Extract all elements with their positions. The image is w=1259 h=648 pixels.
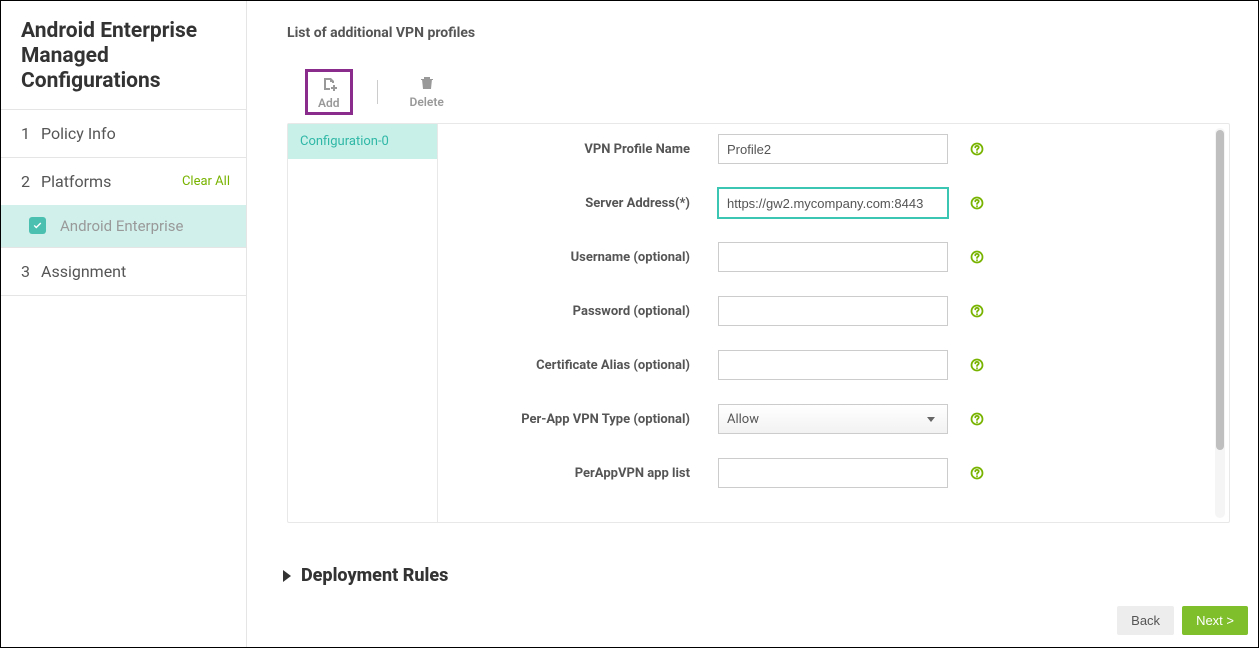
password-input[interactable] [718,296,948,326]
config-panel: Configuration-0 VPN Profile Name Server … [287,123,1230,523]
help-icon[interactable] [970,466,984,480]
chevron-down-icon [927,417,935,422]
help-icon[interactable] [970,412,984,426]
deployment-rules-toggle[interactable]: Deployment Rules [283,565,1230,586]
step-policy-info[interactable]: 1 Policy Info [1,109,246,157]
help-icon[interactable] [970,196,984,210]
sidebar-item-android-enterprise[interactable]: Android Enterprise [1,205,246,247]
vpn-profile-name-input[interactable] [718,134,948,164]
deployment-rules-label: Deployment Rules [301,565,448,586]
row-vpn-profile-name: VPN Profile Name [458,134,1209,164]
help-icon[interactable] [970,142,984,156]
add-button[interactable]: Add [305,69,353,115]
field-label: Server Address(*) [458,196,718,211]
toolbar: Add Delete [305,69,1230,115]
checkbox-checked-icon [29,217,46,234]
field-label: Certificate Alias (optional) [458,358,718,373]
delete-button[interactable]: Delete [402,71,452,113]
config-list: Configuration-0 [288,124,438,522]
step-label: Assignment [41,262,228,281]
step-number: 3 [21,262,41,281]
help-icon[interactable] [970,250,984,264]
config-item[interactable]: Configuration-0 [288,124,437,159]
caret-right-icon [283,570,291,582]
vpn-form: VPN Profile Name Server Address(*) Usern… [438,124,1229,522]
back-button[interactable]: Back [1117,606,1174,635]
row-password: Password (optional) [458,296,1209,326]
main-panel: List of additional VPN profiles Add Dele… [247,1,1258,647]
section-heading: List of additional VPN profiles [287,25,1230,41]
field-label: VPN Profile Name [458,142,718,157]
footer: Back Next > [1117,606,1248,635]
sidebar-item-label: Android Enterprise [60,217,183,235]
row-username: Username (optional) [458,242,1209,272]
select-value: Allow [727,412,759,427]
scrollbar-thumb[interactable] [1216,130,1224,450]
next-button[interactable]: Next > [1182,606,1248,635]
row-perapp-app-list: PerAppVPN app list [458,458,1209,488]
field-label: Username (optional) [458,250,718,265]
clear-all-link[interactable]: Clear All [182,174,230,189]
field-label: Per-App VPN Type (optional) [458,412,718,427]
add-button-label: Add [318,96,340,110]
trash-icon [419,75,435,91]
step-number: 2 [21,172,41,191]
username-input[interactable] [718,242,948,272]
row-per-app-vpn-type: Per-App VPN Type (optional) Allow [458,404,1209,434]
app-root: Android Enterprise Managed Configuration… [0,0,1259,648]
server-address-input[interactable] [718,188,948,218]
toolbar-separator [377,80,378,104]
delete-button-label: Delete [410,95,444,109]
step-label: Policy Info [41,124,228,143]
cert-alias-input[interactable] [718,350,948,380]
perapp-app-list-input[interactable] [718,458,948,488]
step-number: 1 [21,124,41,143]
step-platforms[interactable]: 2 Platforms Clear All [1,157,246,205]
add-icon [321,76,337,92]
sidebar: Android Enterprise Managed Configuration… [1,1,247,647]
row-cert-alias: Certificate Alias (optional) [458,350,1209,380]
row-server-address: Server Address(*) [458,188,1209,218]
help-icon[interactable] [970,304,984,318]
per-app-vpn-type-select[interactable]: Allow [718,404,948,434]
field-label: Password (optional) [458,304,718,319]
field-label: PerAppVPN app list [458,466,718,481]
help-icon[interactable] [970,358,984,372]
page-title: Android Enterprise Managed Configuration… [1,1,246,109]
step-assignment[interactable]: 3 Assignment [1,247,246,296]
scrollbar[interactable] [1215,128,1225,518]
